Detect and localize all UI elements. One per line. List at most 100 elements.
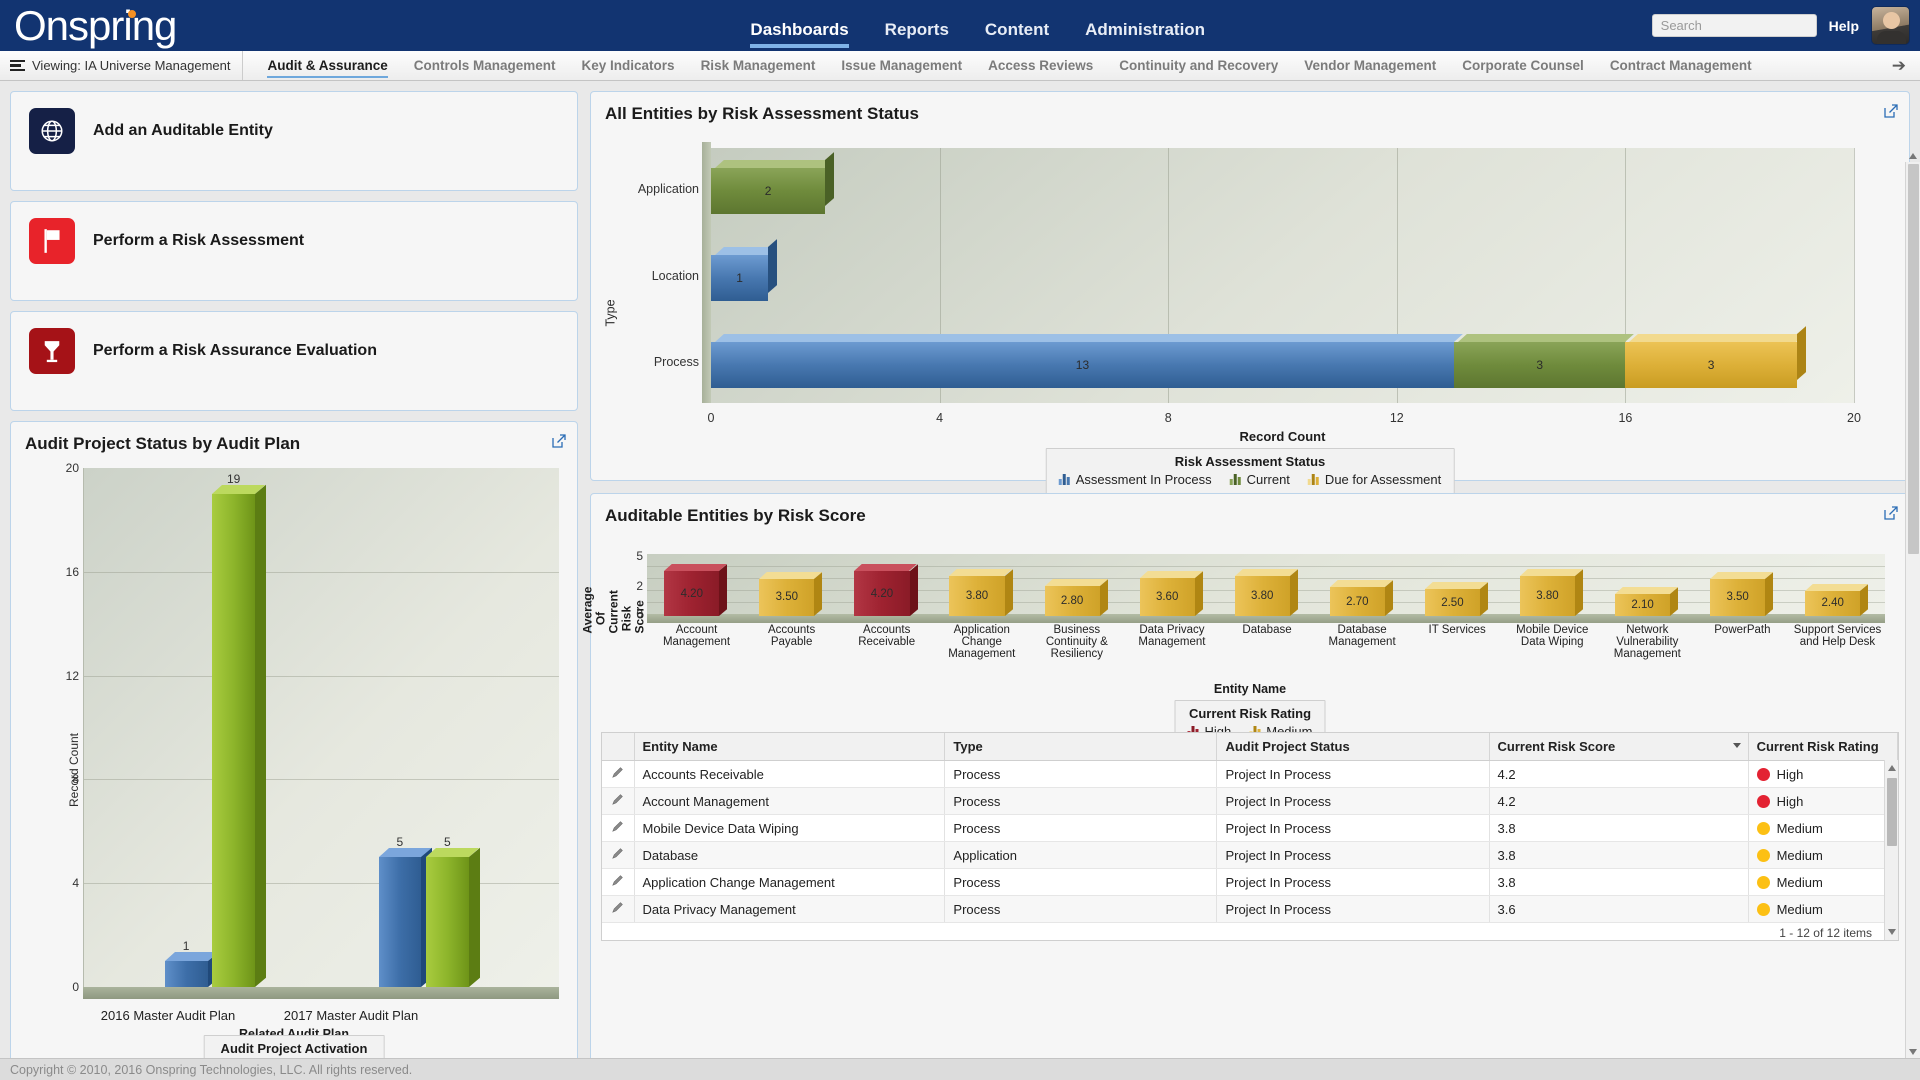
- table-row[interactable]: Database Application Project In Process …: [602, 841, 1899, 869]
- pencil-icon[interactable]: [611, 766, 624, 779]
- edit-cell[interactable]: [602, 895, 635, 923]
- legend-item-current[interactable]: Current: [1229, 472, 1290, 487]
- bar-process[interactable]: 13 3 3: [711, 325, 1806, 388]
- tab-risk-management[interactable]: Risk Management: [701, 52, 816, 79]
- bar-segment-current[interactable]: 3: [1453, 333, 1635, 388]
- viewing-selector[interactable]: Viewing: IA Universe Management: [0, 51, 244, 80]
- bar-segment-assessment-in-process[interactable]: 13: [711, 333, 1463, 388]
- bar-account-management[interactable]: 4.20: [664, 564, 728, 616]
- nav-dashboards[interactable]: Dashboards: [750, 20, 849, 51]
- bar-2017-proposed[interactable]: 5: [378, 835, 433, 987]
- action-card-perform-risk-assessment[interactable]: Perform a Risk Assessment: [10, 201, 578, 301]
- tab-audit-assurance[interactable]: Audit & Assurance: [267, 52, 389, 79]
- cell-type: Process: [944, 814, 1218, 842]
- tab-contract-management[interactable]: Contract Management: [1610, 52, 1752, 79]
- arrow-right-icon[interactable]: ➔: [1892, 51, 1906, 81]
- x-category: Database: [1242, 624, 1292, 636]
- bar-2016-on-plan[interactable]: 19: [212, 472, 266, 987]
- pencil-icon[interactable]: [611, 820, 624, 833]
- avatar[interactable]: [1871, 6, 1910, 45]
- page-scrollbar[interactable]: [1905, 153, 1920, 1058]
- tab-key-indicators[interactable]: Key Indicators: [582, 52, 675, 79]
- scroll-up-icon[interactable]: [1888, 765, 1896, 771]
- x-category: Account Management: [662, 624, 731, 648]
- bar-segment-current[interactable]: 2: [711, 160, 835, 215]
- nav-administration[interactable]: Administration: [1085, 20, 1205, 51]
- action-card-add-auditable-entity[interactable]: Add an Auditable Entity: [10, 91, 578, 191]
- bar-database-management[interactable]: 2.70: [1329, 580, 1393, 616]
- bar-segment-assessment-in-process[interactable]: 1: [711, 247, 778, 302]
- menu-icon[interactable]: [10, 59, 25, 72]
- scroll-thumb[interactable]: [1887, 778, 1897, 846]
- col-audit-project-status[interactable]: Audit Project Status: [1216, 733, 1490, 761]
- bar-support-services-and-help-desk[interactable]: 2.40: [1805, 583, 1869, 616]
- onspring-logo[interactable]: Onspring: [0, 3, 177, 48]
- scroll-thumb[interactable]: [1908, 164, 1919, 554]
- bar-2017-on-plan[interactable]: 5: [426, 835, 480, 987]
- legend-item-due-for-assessment[interactable]: Due for Assessment: [1307, 472, 1441, 487]
- status-badge: [1756, 848, 1770, 862]
- tab-controls-management[interactable]: Controls Management: [414, 52, 556, 79]
- bar-value-label: 1: [736, 271, 743, 286]
- bar-accounts-receivable[interactable]: 4.20: [854, 564, 918, 616]
- bar-accounts-payable[interactable]: 3.50: [759, 571, 823, 616]
- popout-icon[interactable]: [552, 434, 566, 448]
- edit-cell[interactable]: [602, 760, 635, 788]
- search-box[interactable]: [1651, 14, 1837, 37]
- scroll-up-icon[interactable]: [1909, 153, 1917, 159]
- bar-business-continuity-resiliency[interactable]: 2.80: [1044, 579, 1108, 616]
- col-current-risk-score[interactable]: Current Risk Score: [1489, 733, 1749, 761]
- status-badge: [1756, 821, 1770, 835]
- edit-cell[interactable]: [602, 814, 635, 842]
- popout-icon[interactable]: [1884, 506, 1898, 520]
- help-link[interactable]: Help: [1829, 18, 1859, 34]
- tab-access-reviews[interactable]: Access Reviews: [988, 52, 1093, 79]
- bar-application[interactable]: 2: [711, 152, 835, 215]
- pencil-icon[interactable]: [611, 793, 624, 806]
- col-entity-name[interactable]: Entity Name: [634, 733, 946, 761]
- pencil-icon[interactable]: [611, 901, 624, 914]
- pencil-icon[interactable]: [611, 874, 624, 887]
- table-row[interactable]: Data Privacy Management Process Project …: [602, 895, 1899, 923]
- action-card-perform-risk-assurance-evaluation[interactable]: Perform a Risk Assurance Evaluation: [10, 311, 578, 411]
- col-type[interactable]: Type: [944, 733, 1218, 761]
- table-row[interactable]: Application Change Management Process Pr…: [602, 868, 1899, 896]
- tab-corporate-counsel[interactable]: Corporate Counsel: [1462, 52, 1584, 79]
- edit-cell[interactable]: [602, 787, 635, 815]
- popout-icon[interactable]: [1884, 104, 1898, 118]
- table-scrollbar[interactable]: [1884, 760, 1898, 940]
- bar-application-change-management[interactable]: 3.80: [949, 568, 1013, 616]
- edit-cell[interactable]: [602, 868, 635, 896]
- bar-it-services[interactable]: 2.50: [1424, 582, 1488, 616]
- nav-content[interactable]: Content: [985, 20, 1049, 51]
- scroll-down-icon[interactable]: [1909, 1049, 1917, 1055]
- table-row[interactable]: Mobile Device Data Wiping Process Projec…: [602, 814, 1899, 842]
- bar-value-label: 3.50: [1726, 591, 1749, 604]
- x-category: PowerPath: [1714, 624, 1771, 636]
- bar-value-label: 5: [396, 835, 404, 850]
- pencil-icon[interactable]: [611, 847, 624, 860]
- bar-powerpath[interactable]: 3.50: [1710, 571, 1774, 616]
- tab-vendor-management[interactable]: Vendor Management: [1304, 52, 1436, 79]
- edit-cell[interactable]: [602, 841, 635, 869]
- bar-mobile-device-data-wiping[interactable]: 3.80: [1519, 568, 1584, 616]
- bar-location[interactable]: 1: [711, 239, 778, 302]
- tab-continuity-and-recovery[interactable]: Continuity and Recovery: [1119, 52, 1278, 79]
- x-axis-ticks: 0 4 8 12 16 20: [708, 411, 1861, 427]
- bar-database[interactable]: 3.80: [1234, 568, 1298, 616]
- tab-issue-management[interactable]: Issue Management: [841, 52, 962, 79]
- search-input[interactable]: [1660, 18, 1837, 33]
- bar-series-icon: [1058, 474, 1070, 485]
- table-row[interactable]: Account Management Process Project In Pr…: [602, 787, 1899, 815]
- scroll-down-icon[interactable]: [1888, 929, 1896, 935]
- bar-segment-due-for-assessment[interactable]: 3: [1625, 333, 1806, 388]
- col-current-risk-rating[interactable]: Current Risk Rating: [1748, 733, 1899, 761]
- table-row[interactable]: Accounts Receivable Process Project In P…: [602, 760, 1899, 788]
- bar-2016-proposed[interactable]: 1: [164, 939, 219, 987]
- sort-desc-icon[interactable]: [1732, 743, 1741, 748]
- bar-network-vulnerability-management[interactable]: 2.10: [1614, 586, 1679, 616]
- cell-score: 3.6: [1489, 895, 1749, 923]
- bar-data-privacy-management[interactable]: 3.60: [1139, 570, 1203, 616]
- nav-reports[interactable]: Reports: [885, 20, 949, 51]
- legend-item-assessment-in-process[interactable]: Assessment In Process: [1058, 472, 1212, 487]
